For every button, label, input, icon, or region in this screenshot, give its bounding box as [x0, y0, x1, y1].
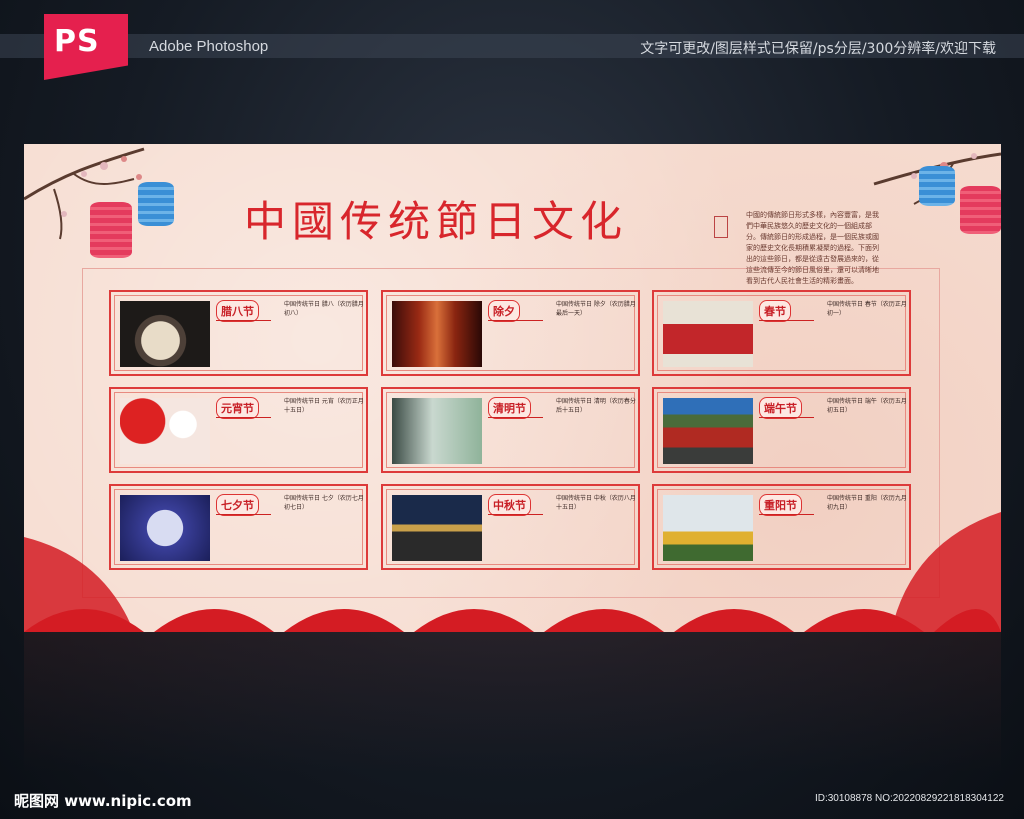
festival-card: 春节 中国传统节日 春节（农历正月初一） — [652, 290, 911, 376]
festival-desc: 中国传统节日 中秋（农历八月十五日） — [556, 495, 636, 511]
watermark-logo: 昵图网 www.nipic.com — [14, 792, 192, 810]
intro-text: 中國的傳統節日形式多樣，內容豐富，是我們中華民族悠久的歷史文化的一個組成部分。傳… — [746, 211, 879, 285]
festival-photo — [120, 398, 210, 464]
festival-card: 七夕节 中国传统节日 七夕（农历七月初七日） — [109, 484, 368, 570]
festival-name: 清明节 — [488, 397, 531, 419]
ps-logo-text: PS — [54, 24, 100, 59]
paper-cut-border-decoration — [24, 609, 1001, 632]
display-board: 中國传统節日文化 中國的傳統節日形式多樣，內容豐富，是我們中華民族悠久的歷史文化… — [24, 144, 1001, 632]
image-id-text: ID:30108878 NO:20220829221818304122 — [814, 793, 1004, 804]
festival-card: 重阳节 中国传统节日 重阳（农历九月初九日） — [652, 484, 911, 570]
red-seal — [714, 216, 728, 238]
festival-card: 中秋节 中国传统节日 中秋（农历八月十五日） — [381, 484, 640, 570]
festival-card: 元宵节 中国传统节日 元宵（农历正月十五日） — [109, 387, 368, 473]
festival-name: 中秋节 — [488, 494, 531, 516]
festival-name: 七夕节 — [216, 494, 259, 516]
festival-photo — [392, 495, 482, 561]
divider-line — [759, 320, 814, 321]
festival-photo — [663, 398, 753, 464]
festival-card: 清明节 中国传统节日 清明（农历春分后十五日） — [381, 387, 640, 473]
festival-name: 春节 — [759, 300, 791, 322]
festival-photo — [120, 301, 210, 367]
divider-line — [759, 417, 814, 418]
festival-desc: 中国传统节日 七夕（农历七月初七日） — [284, 495, 364, 511]
festival-desc: 中国传统节日 元宵（农历正月十五日） — [284, 398, 364, 414]
festival-desc: 中国传统节日 清明（农历春分后十五日） — [556, 398, 636, 414]
feature-note: 文字可更改/图层样式已保留/ps分层/300分辨率/欢迎下载 — [640, 41, 996, 57]
lantern-right-red — [960, 186, 1001, 234]
board-reflection — [24, 632, 1001, 772]
lantern-left-blue — [138, 182, 174, 226]
paper-cut-corner-right-decoration — [891, 512, 1001, 632]
ps-logo: PS — [44, 14, 128, 80]
festival-desc: 中国传统节日 端午（农历五月初五日） — [827, 398, 907, 414]
festival-photo — [663, 495, 753, 561]
festival-name: 重阳节 — [759, 494, 802, 516]
lantern-left-red — [90, 202, 132, 258]
festival-card: 端午节 中国传统节日 端午（农历五月初五日） — [652, 387, 911, 473]
festival-photo — [663, 301, 753, 367]
board-title: 中國传统節日文化 — [244, 197, 629, 246]
festival-card: 腊八节 中国传统节日 腊八（农历腊月初八） — [109, 290, 368, 376]
festival-photo — [392, 301, 482, 367]
festival-desc: 中国传统节日 腊八（农历腊月初八） — [284, 301, 364, 317]
divider-line — [759, 514, 814, 515]
festival-name: 元宵节 — [216, 397, 259, 419]
festival-desc: 中国传统节日 重阳（农历九月初九日） — [827, 495, 907, 511]
divider-line — [216, 514, 271, 515]
festival-photo — [392, 398, 482, 464]
festival-photo — [120, 495, 210, 561]
festival-name: 腊八节 — [216, 300, 259, 322]
festival-name: 除夕 — [488, 300, 520, 322]
festival-card: 除夕 中国传统节日 除夕（农历腊月最后一天） — [381, 290, 640, 376]
divider-line — [488, 417, 543, 418]
app-name: Adobe Photoshop — [149, 38, 269, 55]
divider-line — [488, 320, 543, 321]
divider-line — [216, 417, 271, 418]
divider-line — [488, 514, 543, 515]
festival-name: 端午节 — [759, 397, 802, 419]
paper-cut-corner-left-decoration — [24, 537, 134, 632]
festival-desc: 中国传统节日 春节（农历正月初一） — [827, 301, 907, 317]
divider-line — [216, 320, 271, 321]
festival-desc: 中国传统节日 除夕（农历腊月最后一天） — [556, 301, 636, 317]
lantern-right-blue — [919, 166, 955, 206]
